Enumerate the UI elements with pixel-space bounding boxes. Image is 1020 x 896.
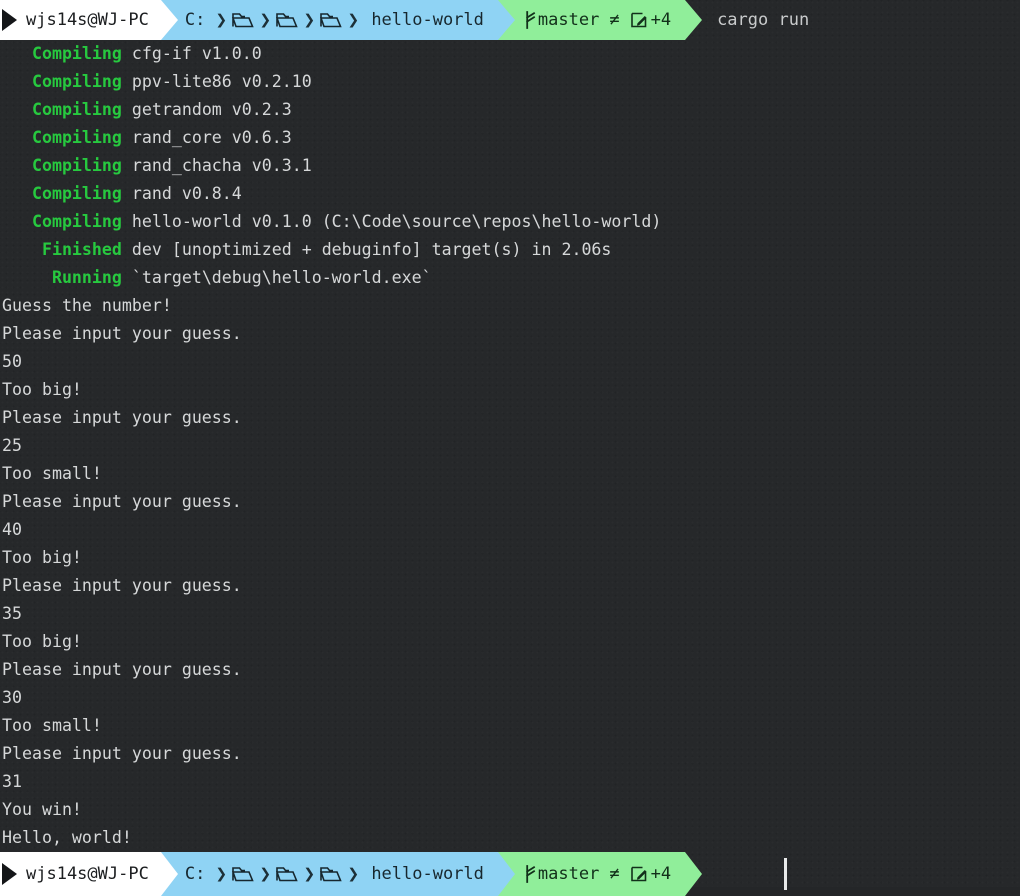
- prompt-drive-label: C:: [184, 864, 206, 884]
- folder-icon: [231, 11, 255, 29]
- output-line: Compiling rand v0.8.4: [0, 180, 1020, 208]
- build-status-keyword: Finished: [2, 240, 122, 259]
- output-line: Too small!: [2, 464, 102, 483]
- prompt-segment-host: wjs14s@WJ-PC: [0, 0, 178, 40]
- build-status-keyword: Compiling: [2, 212, 122, 231]
- build-status-keyword: Compiling: [2, 72, 122, 91]
- output-line: 30: [2, 688, 22, 707]
- output-line: Please input your guess.: [2, 576, 242, 595]
- git-branch-label: master: [537, 10, 600, 30]
- build-status-keyword: Compiling: [2, 44, 122, 63]
- folder-icon: [275, 865, 299, 883]
- git-dirty-marker: ≠: [609, 864, 620, 884]
- output-line: Please input your guess.: [2, 660, 242, 679]
- prompt-host-tail-icon: [160, 0, 178, 40]
- build-status-detail: dev [unoptimized + debuginfo] target(s) …: [121, 240, 612, 259]
- folder-icon: [275, 11, 299, 29]
- git-dirty-marker: ≠: [609, 10, 620, 30]
- output-line: Compiling hello-world v0.1.0 (C:\Code\so…: [0, 208, 1020, 236]
- text-cursor: [784, 858, 787, 890]
- git-ahead-count: +4: [650, 864, 672, 884]
- output-line: 35: [2, 604, 22, 623]
- folder-icon: [319, 11, 343, 29]
- output-line: Running `target\debug\hello-world.exe`: [0, 264, 1020, 292]
- path-chevron-icon: ❯: [215, 863, 228, 885]
- prompt-host-tail-icon: [160, 852, 178, 896]
- output-line: 50: [2, 352, 22, 371]
- path-chevron-icon: ❯: [303, 9, 316, 31]
- pencil-edit-icon: [630, 11, 649, 29]
- build-status-keyword: Running: [2, 268, 122, 287]
- path-chevron-icon: ❯: [347, 863, 360, 885]
- folder-icon: [231, 865, 255, 883]
- prompt-git-tail-icon: [685, 0, 703, 40]
- output-line: 40: [2, 520, 22, 539]
- git-ahead-count: +4: [650, 10, 672, 30]
- build-status-detail: rand_core v0.6.3: [121, 128, 292, 147]
- prompt-lead-arrow-icon: [2, 863, 17, 885]
- output-line: 25: [2, 436, 22, 455]
- output-line: Please input your guess.: [2, 408, 242, 427]
- prompt-command-text: cargo run: [717, 10, 810, 30]
- output-line: Too small!: [2, 716, 102, 735]
- prompt-segment-path: C: ❯ ❯ ❯ ❯ hello-world: [160, 0, 515, 40]
- prompt-segment-host: wjs14s@WJ-PC: [0, 852, 178, 896]
- build-status-keyword: Compiling: [2, 100, 122, 119]
- output-line: Too big!: [2, 632, 82, 651]
- output-line: Compiling getrandom v0.2.3: [0, 96, 1020, 124]
- prompt-host-label: wjs14s@WJ-PC: [26, 864, 149, 884]
- terminal-window: wjs14s@WJ-PC C: ❯ ❯ ❯ ❯ hello-world mast…: [0, 0, 1020, 896]
- prompt-segment-path: C: ❯ ❯ ❯ ❯ hello-world: [160, 852, 515, 896]
- build-status-detail: rand_chacha v0.3.1: [121, 156, 312, 175]
- build-status-detail: `target\debug\hello-world.exe`: [121, 268, 432, 287]
- build-status-detail: getrandom v0.2.3: [121, 100, 292, 119]
- prompt-path-tail-icon: [497, 0, 515, 40]
- folder-icon: [319, 865, 343, 883]
- prompt-git-tail-icon: [685, 852, 703, 896]
- build-status-keyword: Compiling: [2, 128, 122, 147]
- output-line: You win!: [2, 800, 82, 819]
- path-chevron-icon: ❯: [259, 863, 272, 885]
- prompt-line-top: wjs14s@WJ-PC C: ❯ ❯ ❯ ❯ hello-world mast…: [0, 0, 1020, 40]
- prompt-lead-arrow-icon: [2, 9, 17, 31]
- output-line: Please input your guess.: [2, 492, 242, 511]
- prompt-segment-git: master ≠ +4: [497, 852, 703, 896]
- output-line: Too big!: [2, 380, 82, 399]
- output-line: Hello, world!: [2, 828, 132, 847]
- output-line: Compiling cfg-if v1.0.0: [0, 40, 1020, 68]
- output-line: Compiling rand_chacha v0.3.1: [0, 152, 1020, 180]
- build-status-detail: hello-world v0.1.0 (C:\Code\source\repos…: [121, 212, 662, 231]
- prompt-host-label: wjs14s@WJ-PC: [26, 10, 149, 30]
- build-status-keyword: Compiling: [2, 156, 122, 175]
- git-branch-icon: [524, 864, 537, 884]
- path-chevron-icon: ❯: [259, 9, 272, 31]
- path-chevron-icon: ❯: [347, 9, 360, 31]
- output-line: Too big!: [2, 548, 82, 567]
- path-chevron-icon: ❯: [303, 863, 316, 885]
- output-line: Compiling ppv-lite86 v0.2.10: [0, 68, 1020, 96]
- build-status-detail: ppv-lite86 v0.2.10: [121, 72, 312, 91]
- prompt-directory-label: hello-world: [371, 10, 484, 30]
- terminal-output: Compiling cfg-if v1.0.0 Compiling ppv-li…: [0, 40, 1020, 852]
- prompt-directory-label: hello-world: [371, 864, 484, 884]
- build-status-detail: cfg-if v1.0.0: [121, 44, 262, 63]
- output-line: 31: [2, 772, 22, 791]
- prompt-line-bottom: wjs14s@WJ-PC C: ❯ ❯ ❯ ❯ hello-world mast…: [0, 852, 1020, 896]
- build-status-keyword: Compiling: [2, 184, 122, 203]
- output-line: Guess the number!: [2, 296, 172, 315]
- prompt-path-tail-icon: [497, 852, 515, 896]
- git-branch-label: master: [537, 864, 600, 884]
- build-status-detail: rand v0.8.4: [121, 184, 242, 203]
- git-branch-icon: [524, 10, 537, 30]
- output-line: Compiling rand_core v0.6.3: [0, 124, 1020, 152]
- path-chevron-icon: ❯: [215, 9, 228, 31]
- prompt-drive-label: C:: [184, 10, 206, 30]
- prompt-segment-git: master ≠ +4: [497, 0, 703, 40]
- pencil-edit-icon: [630, 865, 649, 883]
- output-line: Please input your guess.: [2, 744, 242, 763]
- output-line: Please input your guess.: [2, 324, 242, 343]
- output-line: Finished dev [unoptimized + debuginfo] t…: [0, 236, 1020, 264]
